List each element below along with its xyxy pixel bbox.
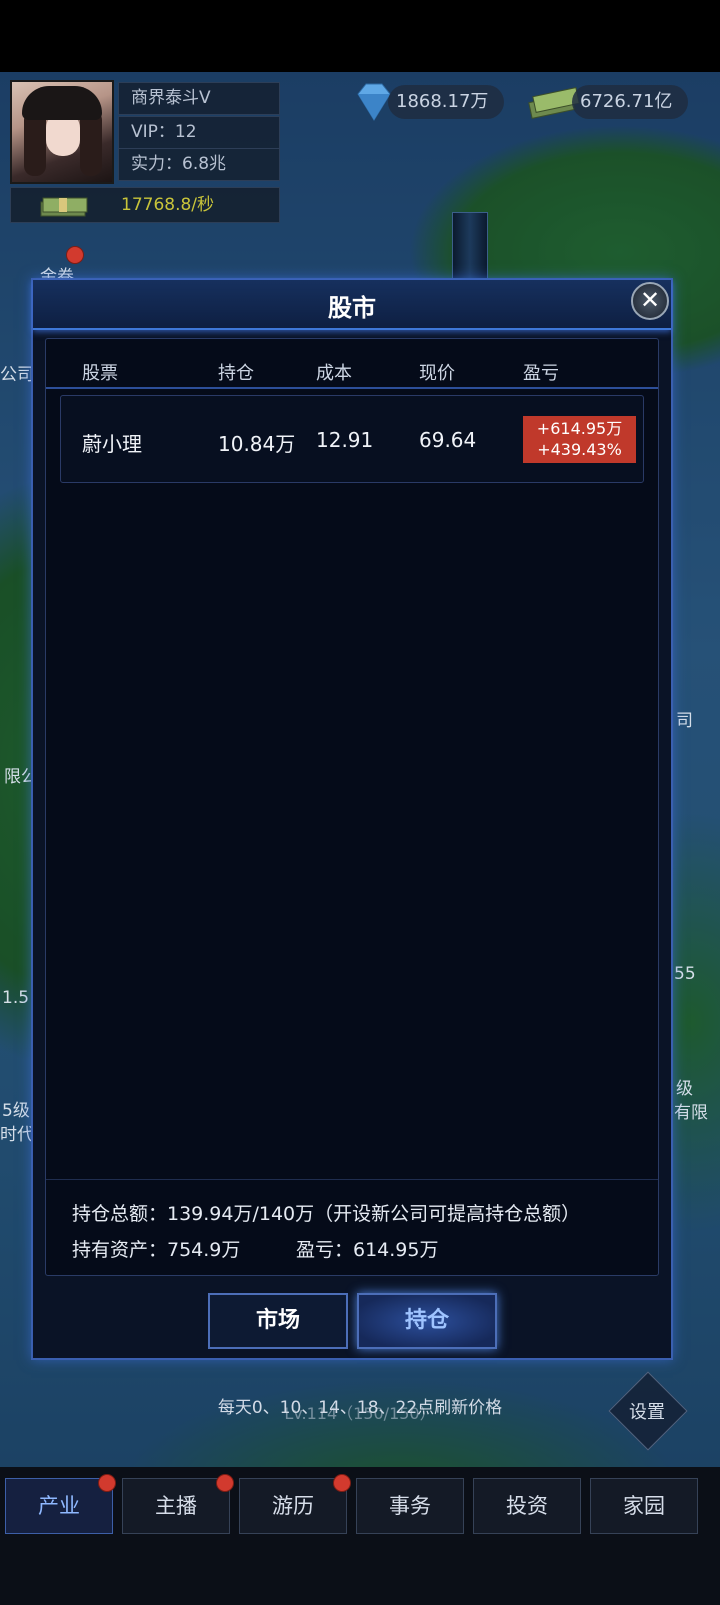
building-tower-icon bbox=[452, 212, 488, 284]
notification-dot bbox=[98, 1474, 116, 1492]
profit-amount: +614.95万 bbox=[536, 419, 623, 438]
vip-level: VIP：12 bbox=[118, 116, 280, 149]
summary-divider bbox=[46, 1179, 658, 1180]
side-label-era: 时代 bbox=[0, 1125, 34, 1145]
side-label-right-company: 司 bbox=[676, 711, 693, 731]
holding-total: 持仓总额：139.94万/140万（开设新公司可提高持仓总额） bbox=[72, 1203, 581, 1225]
col-cost: 成本 bbox=[316, 363, 352, 384]
stock-name: 蔚小理 bbox=[82, 432, 142, 456]
nav-invest[interactable]: 投资 bbox=[473, 1478, 581, 1534]
side-label-right-level: 级 bbox=[676, 1079, 693, 1099]
side-label-value: 1.5 bbox=[2, 988, 30, 1008]
cash-stack-icon bbox=[40, 197, 88, 217]
stock-position: 10.84万 bbox=[218, 432, 296, 456]
stock-cost: 12.91 bbox=[316, 428, 374, 452]
col-profit-loss: 盈亏 bbox=[523, 363, 559, 384]
side-label-company: 公司 bbox=[0, 365, 34, 385]
table-header: 股票 持仓 成本 现价 盈亏 bbox=[46, 339, 658, 389]
side-label-level: 5级 bbox=[2, 1101, 30, 1121]
player-power: 实力：6.8兆 bbox=[118, 148, 280, 181]
side-label-right-limited: 有限 bbox=[674, 1103, 708, 1123]
side-label-right-value: 55 bbox=[674, 964, 696, 984]
notification-dot bbox=[333, 1474, 351, 1492]
settings-label[interactable]: 设置 bbox=[614, 1398, 680, 1424]
modal-header: 股市 ✕ bbox=[33, 280, 671, 330]
avatar[interactable] bbox=[10, 80, 114, 184]
nav-affairs[interactable]: 事务 bbox=[356, 1478, 464, 1534]
close-button[interactable]: ✕ bbox=[631, 282, 669, 320]
col-position: 持仓 bbox=[218, 363, 254, 384]
notification-dot bbox=[216, 1474, 234, 1492]
nav-industry[interactable]: 产业 bbox=[5, 1478, 113, 1534]
stock-market-modal: 股市 ✕ 股票 持仓 成本 现价 盈亏 蔚小理 10.84万 12.91 69.… bbox=[31, 278, 673, 1360]
nav-travel[interactable]: 游历 bbox=[239, 1478, 347, 1534]
table-row[interactable]: 蔚小理 10.84万 12.91 69.64 +614.95万 +439.43% bbox=[60, 395, 644, 483]
nav-home[interactable]: 家园 bbox=[590, 1478, 698, 1534]
close-icon: ✕ bbox=[639, 286, 661, 314]
holdings-panel: 股票 持仓 成本 现价 盈亏 蔚小理 10.84万 12.91 69.64 +6… bbox=[45, 338, 659, 1276]
col-price: 现价 bbox=[419, 363, 455, 384]
profit-percent: +439.43% bbox=[537, 440, 622, 459]
diamond-count: 1868.17万 bbox=[388, 85, 504, 119]
col-stock: 股票 bbox=[82, 363, 118, 384]
nav-streamer[interactable]: 主播 bbox=[122, 1478, 230, 1534]
player-name: 商界泰斗V bbox=[118, 82, 280, 115]
income-rate: 17768.8/秒 bbox=[121, 195, 215, 215]
income-rate-box: 17768.8/秒 bbox=[10, 187, 280, 223]
cash-count: 6726.71亿 bbox=[572, 85, 688, 119]
stock-price: 69.64 bbox=[419, 428, 477, 452]
total-profit: 盈亏：614.95万 bbox=[296, 1239, 439, 1261]
profit-badge: +614.95万 +439.43% bbox=[523, 416, 636, 463]
modal-title: 股市 bbox=[328, 294, 376, 322]
held-assets: 持有资产：754.9万 bbox=[72, 1239, 241, 1261]
tab-market[interactable]: 市场 bbox=[208, 1293, 348, 1349]
notification-dot bbox=[66, 246, 84, 264]
tab-holdings[interactable]: 持仓 bbox=[357, 1293, 497, 1349]
